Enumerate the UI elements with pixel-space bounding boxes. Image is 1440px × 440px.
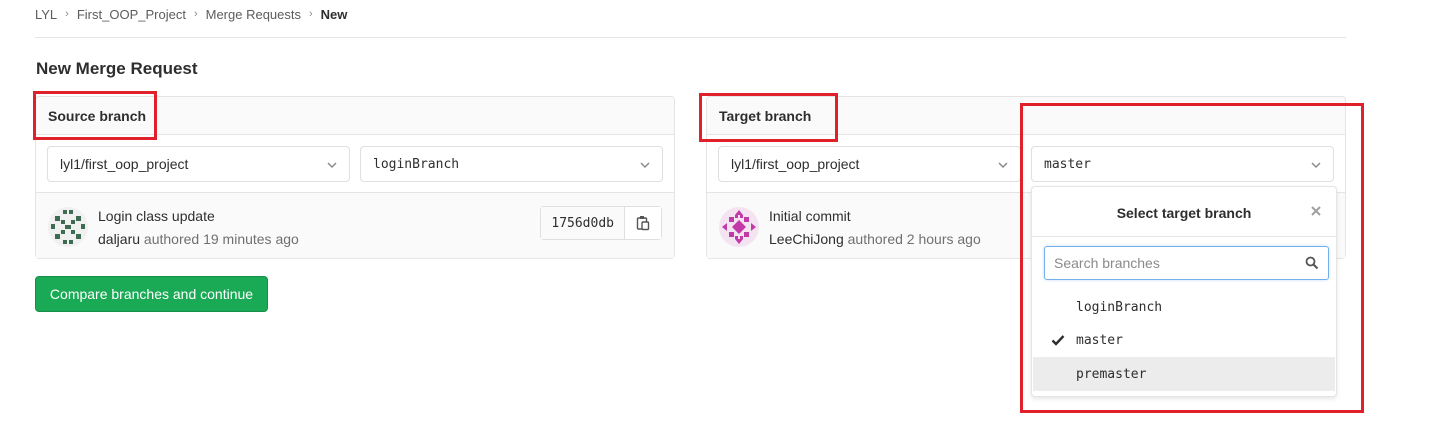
identicon-pink [719,207,759,247]
dropdown-title: Select target branch [1116,205,1252,221]
target-project-value: lyl1/first_oop_project [731,156,860,172]
chevron-down-icon [1311,162,1321,169]
commit-meta: daljaru authored 19 minutes ago [98,231,299,247]
clipboard-icon [636,216,650,231]
branch-option-label: premaster [1076,366,1147,382]
branch-option-label: loginBranch [1076,299,1163,315]
source-branch-select[interactable]: loginBranch [360,146,663,182]
close-icon[interactable] [1310,205,1322,217]
search-placeholder: Search branches [1054,255,1160,271]
commit-title[interactable]: Login class update [98,208,215,224]
breadcrumb-separator: › [65,8,69,20]
target-branch-header: Target branch [707,97,1345,135]
target-branch-value: master [1044,156,1091,172]
branch-option-loginBranch[interactable]: loginBranch [1033,290,1335,324]
branch-option-master[interactable]: master [1033,323,1335,357]
target-branch-select[interactable]: master [1031,146,1334,182]
source-branch-selectors: lyl1/first_oop_project loginBranch [36,135,674,193]
copy-sha-button[interactable] [625,207,661,239]
identicon-green [48,207,88,247]
chevron-down-icon [998,162,1008,169]
commit-author[interactable]: LeeChiJong [769,231,844,247]
commit-time: authored 2 hours ago [843,231,981,247]
branch-option-premaster[interactable]: premaster [1033,357,1335,391]
check-icon [1051,335,1065,346]
target-project-select[interactable]: lyl1/first_oop_project [718,146,1021,182]
source-branch-label: Source branch [48,108,147,124]
commit-sha[interactable]: 1756d0db [541,207,625,239]
breadcrumb-separator: › [309,8,313,20]
source-commit: Login class update daljaru authored 19 m… [36,193,674,258]
breadcrumb-item-merge-requests[interactable]: Merge Requests [206,7,301,22]
dropdown-divider [1032,236,1336,237]
breadcrumb-separator: › [193,8,198,20]
branch-option-label: master [1076,332,1123,348]
breadcrumb-item-project[interactable]: First_OOP_Project [77,7,186,22]
target-branch-dropdown: Select target branch Search branches log… [1031,186,1337,397]
page-title: New Merge Request [36,59,198,78]
avatar[interactable] [48,207,88,247]
target-branch-label: Target branch [719,108,812,124]
commit-meta: LeeChiJong authored 2 hours ago [769,231,981,247]
source-project-select[interactable]: lyl1/first_oop_project [47,146,350,182]
avatar[interactable] [719,207,759,247]
source-branch-panel: Source branch lyl1/first_oop_project log… [35,96,675,259]
commit-time: authored 19 minutes ago [140,231,299,247]
target-branch-selectors: lyl1/first_oop_project master [707,135,1345,193]
breadcrumb-item-lyl[interactable]: LYL [35,7,57,22]
compare-branches-button[interactable]: Compare branches and continue [35,276,268,312]
commit-title[interactable]: Initial commit [769,208,851,224]
header-divider [35,37,1346,38]
breadcrumb: LYL › First_OOP_Project › Merge Requests… [35,6,347,22]
commit-author[interactable]: daljaru [98,231,140,247]
breadcrumb-item-new[interactable]: New [321,7,348,22]
chevron-down-icon [327,162,337,169]
source-branch-header: Source branch [36,97,674,135]
source-project-value: lyl1/first_oop_project [60,156,189,172]
search-branches-input[interactable]: Search branches [1044,246,1329,280]
source-branch-value: loginBranch [373,156,460,172]
chevron-down-icon [640,162,650,169]
commit-sha-group: 1756d0db [540,206,662,240]
search-icon [1305,256,1319,270]
